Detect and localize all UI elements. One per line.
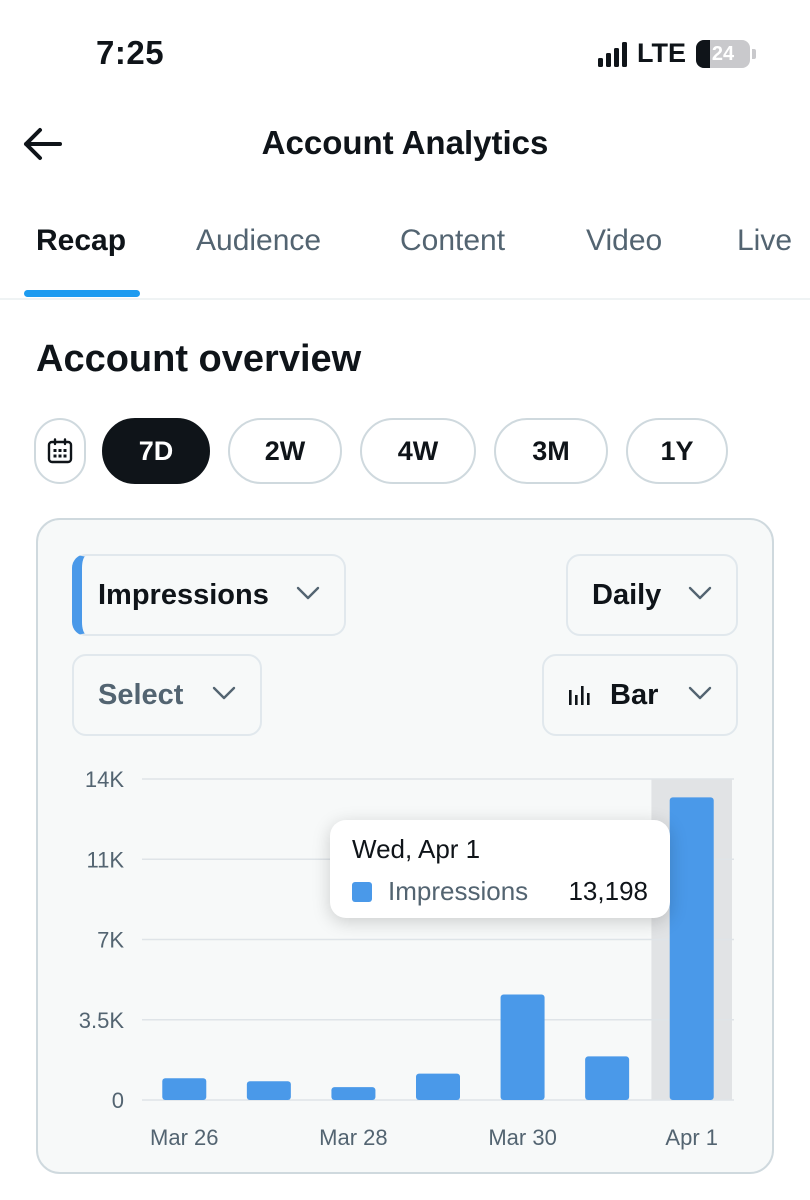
bar-mar-30 [500,994,545,1100]
tooltip-series-label: Impressions [388,876,529,906]
bar-mar-31 [585,1056,630,1100]
bar-mar-26 [162,1078,207,1100]
x-tick-label: Mar 26 [150,1125,218,1150]
bar-mar-28 [331,1087,376,1100]
bar-mar-29 [416,1073,460,1100]
y-tick-label: 3.5K [79,1008,125,1033]
y-tick-label: 11K [86,847,124,872]
bar-apr-1 [669,797,714,1100]
y-tick-label: 7K [97,928,124,953]
x-tick-label: Apr 1 [665,1125,718,1150]
impressions-bar-chart: 0 3.5K 7K 11K 14K Mar 26 Mar 28 Mar 30 Apr 1 [79,767,734,1150]
bar-mar-27 [246,1081,291,1100]
y-tick-label: 0 [112,1088,124,1113]
y-tick-label: 14K [85,767,124,792]
tooltip-swatch [352,882,372,902]
chart-tooltip: Wed, Apr 1 Impressions 13,198 [330,820,670,918]
x-tick-label: Mar 30 [488,1125,556,1150]
tooltip-date: Wed, Apr 1 [352,834,481,864]
x-tick-label: Mar 28 [319,1125,387,1150]
tooltip-value: 13,198 [568,876,648,906]
